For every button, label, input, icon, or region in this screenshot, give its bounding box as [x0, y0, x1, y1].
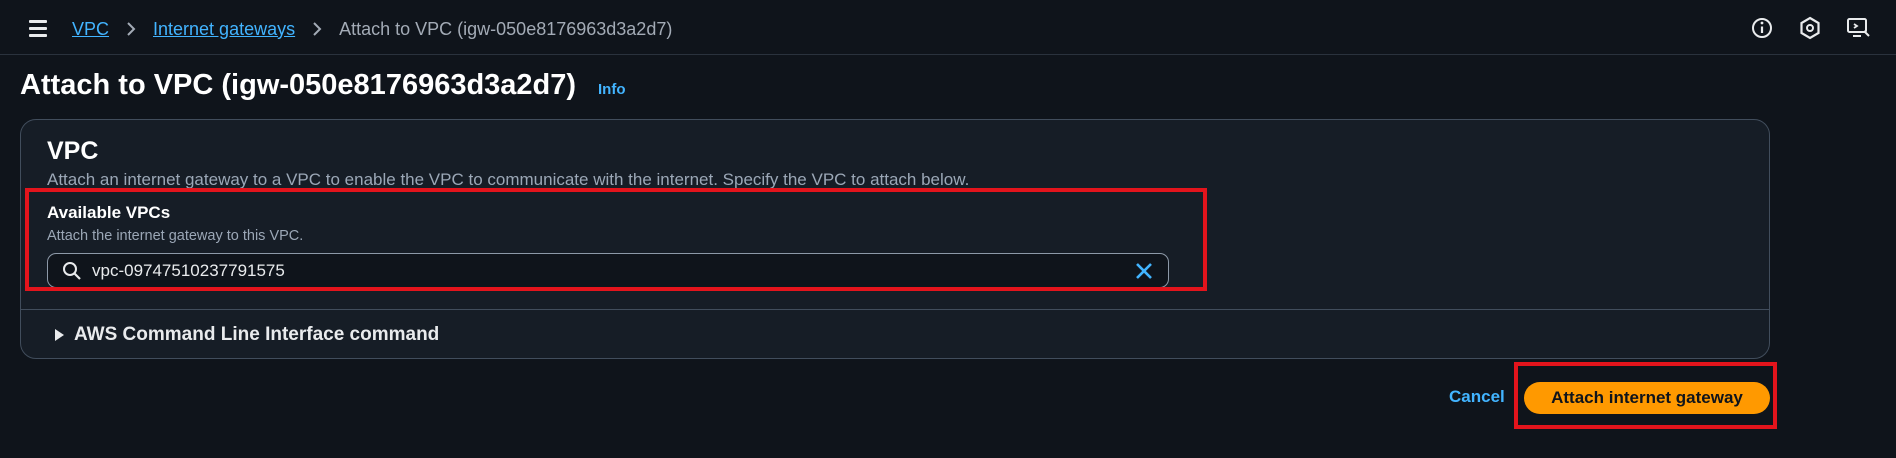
- search-icon: [62, 261, 82, 281]
- caret-right-icon: [55, 329, 64, 341]
- settings-hex-icon[interactable]: [1796, 14, 1824, 42]
- breadcrumb-link-internet-gateways[interactable]: Internet gateways: [153, 19, 295, 40]
- available-vpcs-label: Available VPCs: [47, 203, 171, 222]
- top-navigation-bar: VPC Internet gateways Attach to VPC (igw…: [0, 0, 1896, 55]
- panel-divider: [21, 309, 1769, 310]
- chevron-right-icon: [122, 20, 140, 38]
- vpc-search-input[interactable]: vpc-09747510237791575: [47, 253, 1169, 288]
- page-title: Attach to VPC (igw-050e8176963d3a2d7): [20, 69, 577, 101]
- breadcrumb-current-page: Attach to VPC (igw-050e8176963d3a2d7): [339, 18, 673, 39]
- info-link[interactable]: Info: [598, 81, 626, 98]
- clear-icon[interactable]: [1133, 260, 1155, 282]
- info-circle-icon[interactable]: [1748, 14, 1776, 42]
- breadcrumb: VPC Internet gateways Attach to VPC (igw…: [72, 17, 672, 41]
- feedback-screen-icon[interactable]: [1844, 14, 1872, 42]
- panel-title: VPC: [47, 137, 99, 165]
- cancel-button[interactable]: Cancel: [1449, 387, 1505, 407]
- chevron-right-icon: [308, 20, 326, 38]
- vpc-search-value[interactable]: vpc-09747510237791575: [92, 261, 285, 281]
- hamburger-menu-icon[interactable]: [26, 18, 52, 40]
- expander-label: AWS Command Line Interface command: [74, 324, 440, 345]
- breadcrumb-link-vpc[interactable]: VPC: [72, 19, 109, 40]
- available-vpcs-description: Attach the internet gateway to this VPC.: [47, 228, 304, 244]
- attach-internet-gateway-button[interactable]: Attach internet gateway: [1524, 382, 1770, 414]
- aws-cli-command-expander[interactable]: AWS Command Line Interface command: [55, 323, 439, 347]
- vpc-container: VPC Attach an internet gateway to a VPC …: [20, 119, 1770, 359]
- panel-description: Attach an internet gateway to a VPC to e…: [47, 170, 970, 189]
